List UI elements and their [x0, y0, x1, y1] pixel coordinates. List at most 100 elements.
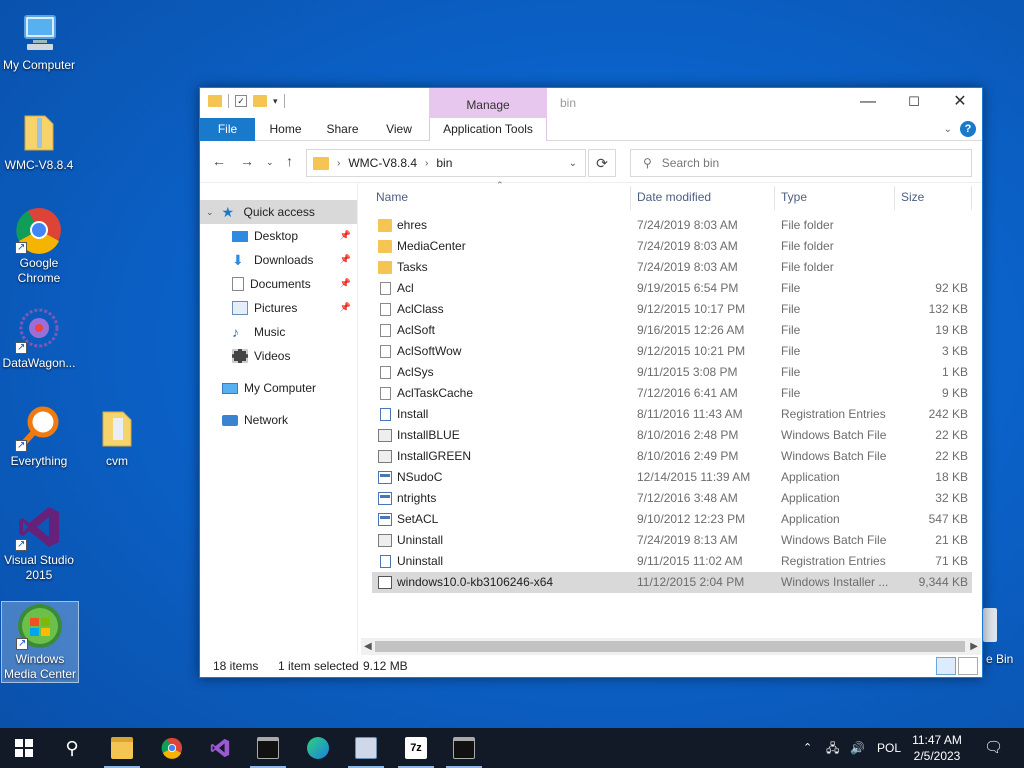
- nav-network[interactable]: Network: [200, 408, 357, 432]
- expand-ribbon-icon[interactable]: ⌄: [944, 124, 952, 135]
- taskbar-console-1[interactable]: [244, 728, 292, 768]
- large-icons-view-icon[interactable]: [958, 657, 978, 675]
- help-icon[interactable]: ?: [960, 121, 976, 137]
- file-row[interactable]: MediaCenter 7/24/2019 8:03 AM File folder: [372, 236, 972, 257]
- nav-quick-access[interactable]: ⌄ ★ Quick access: [200, 200, 357, 224]
- file-row[interactable]: AclTaskCache 7/12/2016 6:41 AM File 9 KB: [372, 383, 972, 404]
- doc-file-icon: [380, 282, 391, 295]
- taskbar-file-explorer[interactable]: [98, 728, 146, 768]
- file-row[interactable]: Uninstall 7/24/2019 8:13 AM Windows Batch …: [372, 530, 972, 551]
- desktop-icon-cvm[interactable]: cvm: [78, 404, 156, 469]
- tab-file[interactable]: File: [200, 118, 255, 141]
- clock[interactable]: 11:47 AM 2/5/2023: [902, 732, 972, 764]
- new-folder-icon[interactable]: [253, 95, 267, 107]
- search-input[interactable]: ⚲ Search bin: [630, 149, 972, 177]
- folder-icon[interactable]: [208, 95, 222, 107]
- file-row[interactable]: AclSoftWow 9/12/2015 10:21 PM File 3 KB: [372, 341, 972, 362]
- maximize-button[interactable]: ☐: [891, 88, 937, 118]
- chevron-down-icon[interactable]: ⌄: [569, 158, 577, 169]
- breadcrumb-item[interactable]: WMC-V8.8.4: [348, 156, 417, 170]
- recent-locations-icon[interactable]: ⌄: [266, 157, 274, 168]
- customize-qat-icon[interactable]: ▾: [273, 96, 278, 107]
- details-view-icon[interactable]: [936, 657, 956, 675]
- file-row[interactable]: InstallBLUE 8/10/2016 2:48 PM Windows Batc…: [372, 425, 972, 446]
- taskbar-installer[interactable]: [342, 728, 390, 768]
- file-row[interactable]: Install 8/11/2016 11:43 AM Registration En…: [372, 404, 972, 425]
- desktop-icon-my-computer[interactable]: My Computer: [0, 8, 78, 73]
- column-header-size[interactable]: Size: [901, 190, 924, 204]
- desktop-icon-windows-media-center[interactable]: Windows Media Center: [1, 601, 79, 683]
- desktop-icon-visual-studio[interactable]: Visual Studio 2015: [0, 503, 78, 583]
- pin-icon[interactable]: 📌: [340, 302, 351, 313]
- tab-home[interactable]: Home: [263, 118, 308, 141]
- language-indicator[interactable]: POL: [877, 728, 901, 768]
- tab-view[interactable]: View: [378, 118, 420, 141]
- file-row[interactable]: Tasks 7/24/2019 8:03 AM File folder: [372, 257, 972, 278]
- taskbar-visual-studio[interactable]: [196, 728, 244, 768]
- forward-arrow-icon[interactable]: →: [240, 153, 254, 169]
- close-button[interactable]: ✕: [937, 88, 983, 118]
- folder-icon: [378, 219, 392, 232]
- notifications-icon[interactable]: 🗨: [984, 728, 1003, 768]
- desktop-icon-wmc-folder[interactable]: WMC-V8.8.4: [0, 108, 78, 173]
- nav-downloads[interactable]: ⬇ Downloads 📌: [200, 248, 357, 272]
- properties-icon[interactable]: ✓: [235, 95, 247, 107]
- taskbar-7zip[interactable]: 7z: [392, 728, 440, 768]
- file-row[interactable]: AclSys 9/11/2015 3:08 PM File 1 KB: [372, 362, 972, 383]
- scroll-right-icon[interactable]: ▶: [970, 638, 978, 655]
- nav-videos[interactable]: Videos: [200, 344, 357, 368]
- file-row[interactable]: Acl 9/19/2015 6:54 PM File 92 KB: [372, 278, 972, 299]
- horizontal-scrollbar[interactable]: ◀ ▶: [361, 638, 981, 655]
- taskbar-edge[interactable]: [294, 728, 342, 768]
- column-header-date[interactable]: Date modified: [637, 190, 711, 204]
- tab-application-tools[interactable]: Application Tools: [429, 118, 547, 141]
- up-arrow-icon[interactable]: ↑: [286, 153, 293, 169]
- nav-my-computer[interactable]: My Computer: [200, 376, 357, 400]
- file-row[interactable]: SetACL 9/10/2012 12:23 PM Application 547 K…: [372, 509, 972, 530]
- doc-file-icon: [380, 324, 391, 337]
- file-row[interactable]: NSudoC 12/14/2015 11:39 AM Application 18 K…: [372, 467, 972, 488]
- desktop-icon-everything[interactable]: Everything: [0, 404, 78, 469]
- scrollbar-thumb[interactable]: [375, 641, 965, 652]
- nav-desktop[interactable]: Desktop 📌: [200, 224, 357, 248]
- pin-icon[interactable]: 📌: [340, 230, 351, 241]
- nav-documents[interactable]: Documents 📌: [200, 272, 357, 296]
- file-row[interactable]: ehres 7/24/2019 8:03 AM File folder: [372, 215, 972, 236]
- file-size: 9,344 KB: [918, 575, 968, 589]
- show-hidden-icons-icon[interactable]: ⌃: [803, 728, 812, 768]
- minimize-button[interactable]: —: [845, 88, 891, 118]
- taskbar-chrome[interactable]: [148, 728, 196, 768]
- refresh-button[interactable]: ⟳: [588, 149, 616, 177]
- file-type: Windows Batch File: [781, 428, 887, 442]
- nav-pictures[interactable]: Pictures 📌: [200, 296, 357, 320]
- status-item-count: 18 items: [213, 659, 259, 673]
- column-header-type[interactable]: Type: [781, 190, 807, 204]
- desktop-icon-datawagon[interactable]: DataWagon...: [0, 306, 78, 371]
- taskbar-console-2[interactable]: [440, 728, 488, 768]
- breadcrumb-item[interactable]: bin: [436, 156, 452, 170]
- ribbon-tabs: File Home Share View Application Tools ⌄…: [200, 118, 982, 141]
- back-arrow-icon[interactable]: ←: [212, 153, 226, 169]
- address-field[interactable]: › WMC-V8.8.4 › bin ⌄: [306, 149, 586, 177]
- file-row[interactable]: InstallGREEN 8/10/2016 2:49 PM Windows Bat…: [372, 446, 972, 467]
- file-row[interactable]: Uninstall 9/11/2015 11:02 AM Registration …: [372, 551, 972, 572]
- recycle-bin-icon[interactable]: [983, 608, 997, 642]
- pin-icon[interactable]: 📌: [340, 278, 351, 289]
- column-header-name[interactable]: Name: [376, 190, 408, 204]
- pin-icon[interactable]: 📌: [340, 254, 351, 265]
- file-row[interactable]: ntrights 7/12/2016 3:48 AM Application 32 K…: [372, 488, 972, 509]
- file-type: Application: [781, 491, 840, 505]
- tab-manage[interactable]: Manage: [429, 88, 547, 118]
- file-row[interactable]: AclClass 9/12/2015 10:17 PM File 132 KB: [372, 299, 972, 320]
- start-button[interactable]: [0, 728, 48, 768]
- file-row[interactable]: windows10.0-kb3106246-x64 11/12/2015 2:04…: [372, 572, 972, 593]
- network-status-icon[interactable]: 🖧: [826, 728, 839, 768]
- file-row[interactable]: AclSoft 9/16/2015 12:26 AM File 19 KB: [372, 320, 972, 341]
- volume-icon[interactable]: 🔊: [850, 728, 865, 768]
- search-icon[interactable]: ⚲: [48, 728, 96, 768]
- file-type: File: [781, 281, 801, 295]
- scroll-left-icon[interactable]: ◀: [364, 638, 372, 655]
- tab-share[interactable]: Share: [320, 118, 365, 141]
- desktop-icon-google-chrome[interactable]: Google Chrome: [0, 206, 78, 286]
- nav-music[interactable]: ♪ Music: [200, 320, 357, 344]
